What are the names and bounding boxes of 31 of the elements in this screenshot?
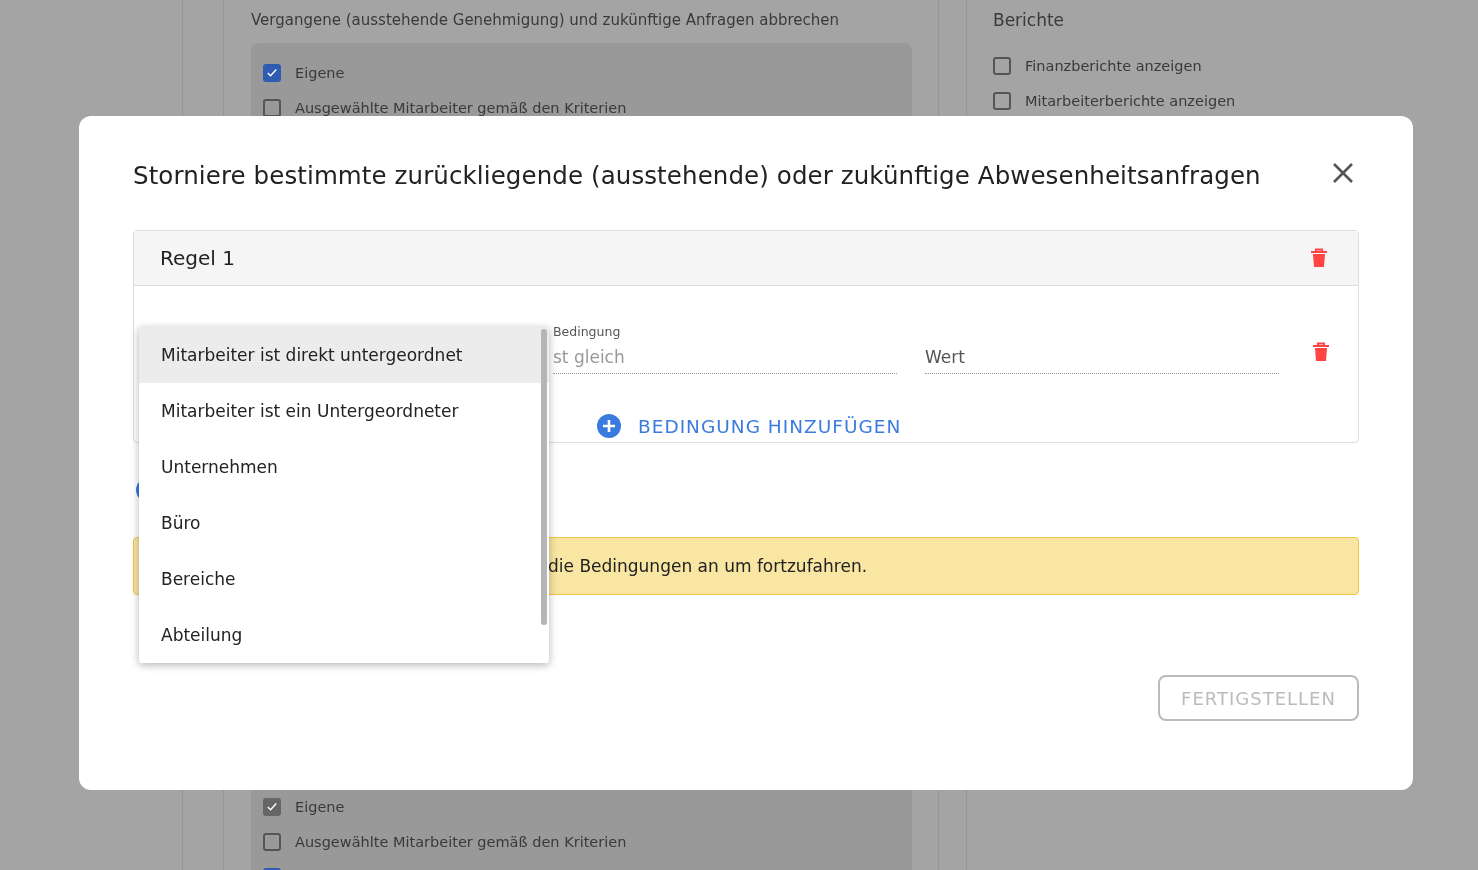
plus-circle-icon[interactable]	[597, 414, 621, 438]
section-title: Vergangene (ausstehende Genehmigung) und zukünftige Anfragen abbrechen	[251, 11, 841, 29]
checkbox-label: Finanzberichte anzeigen	[1025, 57, 1202, 74]
checkbox[interactable]	[993, 56, 1011, 75]
menu-item[interactable]: Mitarbeiter ist ein Untergeordneter	[139, 383, 549, 439]
warning-text: die Bedingungen an um fortzufahren.	[548, 556, 868, 576]
condition-field[interactable]: Bedingung st gleich	[553, 316, 897, 374]
section-title: Berichte	[993, 10, 1066, 30]
checkbox-label: Eigene	[295, 64, 345, 81]
add-condition-button[interactable]: BEDINGUNG HINZUFÜGEN	[597, 414, 902, 438]
field-label: Bedingung	[553, 324, 622, 339]
rule-title: Regel 1	[160, 246, 235, 270]
menu-item[interactable]: Büro	[139, 495, 549, 551]
field-placeholder: Wert	[925, 347, 966, 367]
field-value: st gleich	[553, 347, 626, 367]
scrollbar[interactable]	[541, 329, 547, 625]
checkbox-label: Ausgewählte Mitarbeiter gemäß den Kriterien	[295, 833, 627, 850]
value-field[interactable]: Wert	[925, 316, 1279, 374]
checkbox-label: Eigene	[295, 798, 345, 815]
menu-item[interactable]: Abteilung	[139, 607, 549, 663]
menu-item[interactable]: Bereiche	[139, 551, 549, 607]
menu-item[interactable]: Unternehmen	[139, 439, 549, 495]
checkbox-label: Ausgewählte Mitarbeiter gemäß den Kriterien	[295, 99, 627, 116]
checkbox-label: Mitarbeiterberichte anzeigen	[1025, 92, 1236, 109]
trash-icon[interactable]	[1310, 248, 1328, 268]
dialog-title: Storniere bestimmte zurückliegende (ausstehende) oder zukünftige Abwesenheitsanfragen	[133, 159, 1261, 190]
checkbox[interactable]	[993, 91, 1011, 110]
checkbox[interactable]	[263, 832, 281, 851]
trash-icon[interactable]	[1312, 342, 1330, 362]
menu-item[interactable]: Mitarbeiter ist direkt untergeordnet	[139, 327, 549, 383]
close-icon[interactable]	[1332, 162, 1354, 184]
